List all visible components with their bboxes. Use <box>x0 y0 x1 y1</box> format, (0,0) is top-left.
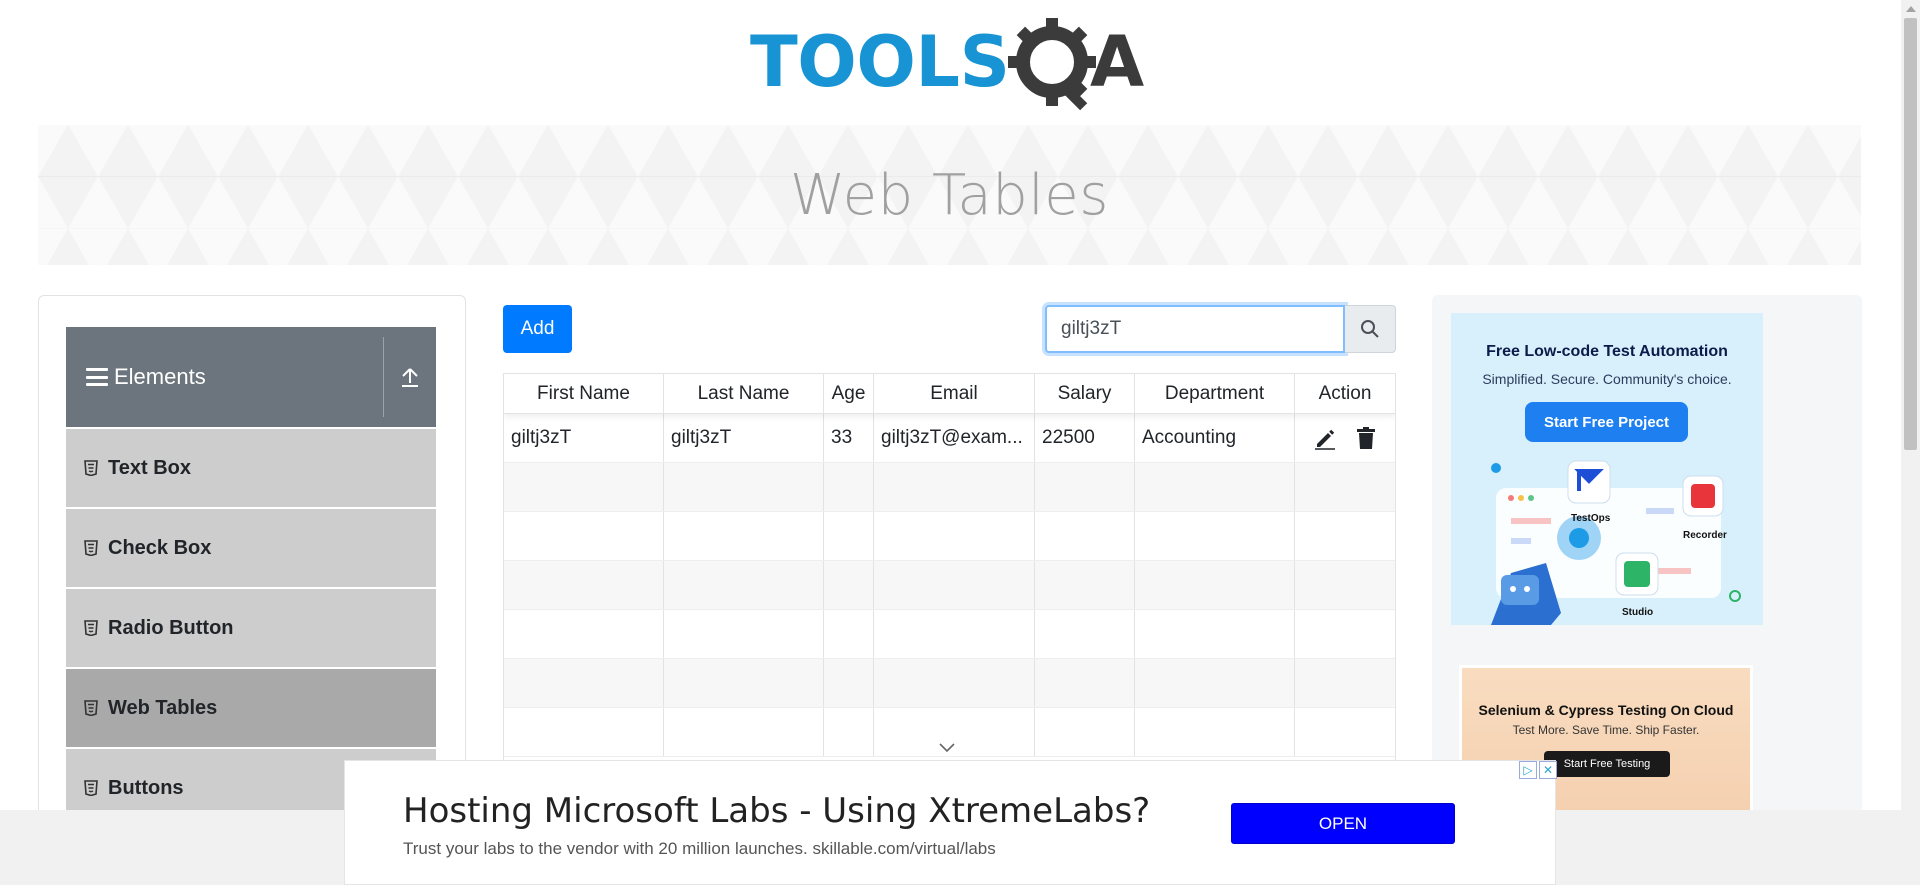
column-header-action[interactable]: Action <box>1295 374 1395 413</box>
column-header-salary[interactable]: Salary <box>1035 374 1135 413</box>
bottom-ad-subline: Trust your labs to the vendor with 20 mi… <box>403 839 996 858</box>
html5-icon <box>84 620 98 636</box>
start-free-testing-button[interactable]: Start Free Testing <box>1544 751 1670 777</box>
page-scrollbar[interactable] <box>1901 0 1920 885</box>
page-title: Web Tables <box>790 162 1109 228</box>
sidebar-item-label: Check Box <box>108 536 212 559</box>
cell-department: Accounting <box>1135 414 1295 462</box>
sidebar-item-label: Radio Button <box>108 616 234 639</box>
hamburger-icon <box>86 368 108 386</box>
lambdatest-ad-subline: Test More. Save Time. Ship Faster. <box>1512 723 1700 737</box>
table-row-empty <box>504 463 1395 512</box>
column-header-first-name[interactable]: First Name <box>504 374 664 413</box>
html5-icon <box>84 780 98 796</box>
column-header-last-name[interactable]: Last Name <box>664 374 824 413</box>
table-row-empty <box>504 610 1395 659</box>
edit-icon[interactable] <box>1313 426 1337 450</box>
sidebar-item-text-box[interactable]: Text Box <box>66 429 436 507</box>
table-header: First Name Last Name Age Email Salary De… <box>504 374 1395 414</box>
delete-icon[interactable] <box>1355 426 1377 450</box>
svg-text:TOOLS: TOOLS <box>750 21 1008 103</box>
lambdatest-ad-headline: Selenium & Cypress Testing On Cloud <box>1478 702 1734 718</box>
scroll-up-arrow[interactable] <box>1906 6 1916 12</box>
search-button[interactable] <box>1345 305 1396 353</box>
close-icon[interactable]: ✕ <box>1539 761 1557 779</box>
svg-text:A: A <box>1090 21 1144 103</box>
sidebar-item-label: Text Box <box>108 456 191 479</box>
cell-email: giltj3zT@exam... <box>874 414 1035 462</box>
sidebar-item-label: Buttons <box>108 776 184 799</box>
page-banner: Web Tables <box>38 125 1861 265</box>
web-table: First Name Last Name Age Email Salary De… <box>503 373 1396 773</box>
add-button[interactable]: Add <box>503 305 572 353</box>
bottom-ad-headline: Hosting Microsoft Labs - Using XtremeLab… <box>403 791 1151 831</box>
collapse-button[interactable] <box>384 327 436 427</box>
search-input[interactable] <box>1045 305 1345 353</box>
table-row-empty <box>504 561 1395 610</box>
search-icon <box>1361 320 1379 338</box>
cell-last-name: giltj3zT <box>664 414 824 462</box>
cell-age: 33 <box>824 414 874 462</box>
adchoices[interactable]: ▷ ✕ <box>1519 761 1557 779</box>
upload-icon <box>402 368 418 387</box>
cell-first-name: giltj3zT <box>504 414 664 462</box>
column-header-email[interactable]: Email <box>874 374 1035 413</box>
testops-label: TestOps <box>1571 513 1611 524</box>
table-row-empty <box>504 659 1395 708</box>
katalon-ad-illustration <box>1491 460 1741 625</box>
column-header-age[interactable]: Age <box>824 374 874 413</box>
html5-icon <box>84 460 98 476</box>
recorder-label: Recorder <box>1683 530 1727 541</box>
html5-icon <box>84 540 98 556</box>
chevron-down-icon[interactable] <box>937 742 957 754</box>
column-header-department[interactable]: Department <box>1135 374 1295 413</box>
adchoices-icon[interactable]: ▷ <box>1519 761 1537 779</box>
html5-icon <box>84 700 98 716</box>
group-title[interactable]: Elements <box>66 364 383 390</box>
sidebar-item-web-tables[interactable]: Web Tables <box>66 669 436 747</box>
scrollbar-thumb[interactable] <box>1904 18 1917 450</box>
toolsqa-logo[interactable]: TOOLS A <box>750 18 1155 114</box>
open-button[interactable]: OPEN <box>1231 803 1455 844</box>
search-box <box>1045 305 1396 353</box>
page: TOOLS A Web Tables Elements Text Box Che… <box>0 0 1920 885</box>
sidebar-item-radio-button[interactable]: Radio Button <box>66 589 436 667</box>
cell-action <box>1295 414 1395 462</box>
cell-salary: 22500 <box>1035 414 1135 462</box>
table-row-empty <box>504 512 1395 561</box>
table-row: giltj3zT giltj3zT 33 giltj3zT@exam... 22… <box>504 414 1395 463</box>
katalon-ad[interactable]: Free Low-code Test Automation Simplified… <box>1451 313 1763 625</box>
bottom-overlay-ad[interactable]: ▷ ✕ Hosting Microsoft Labs - Using Xtrem… <box>344 760 1557 885</box>
group-title-label: Elements <box>114 364 206 389</box>
studio-label: Studio <box>1622 607 1654 618</box>
sidebar-item-label: Web Tables <box>108 696 218 719</box>
elements-group-header[interactable]: Elements <box>66 327 436 427</box>
sidebar-item-check-box[interactable]: Check Box <box>66 509 436 587</box>
